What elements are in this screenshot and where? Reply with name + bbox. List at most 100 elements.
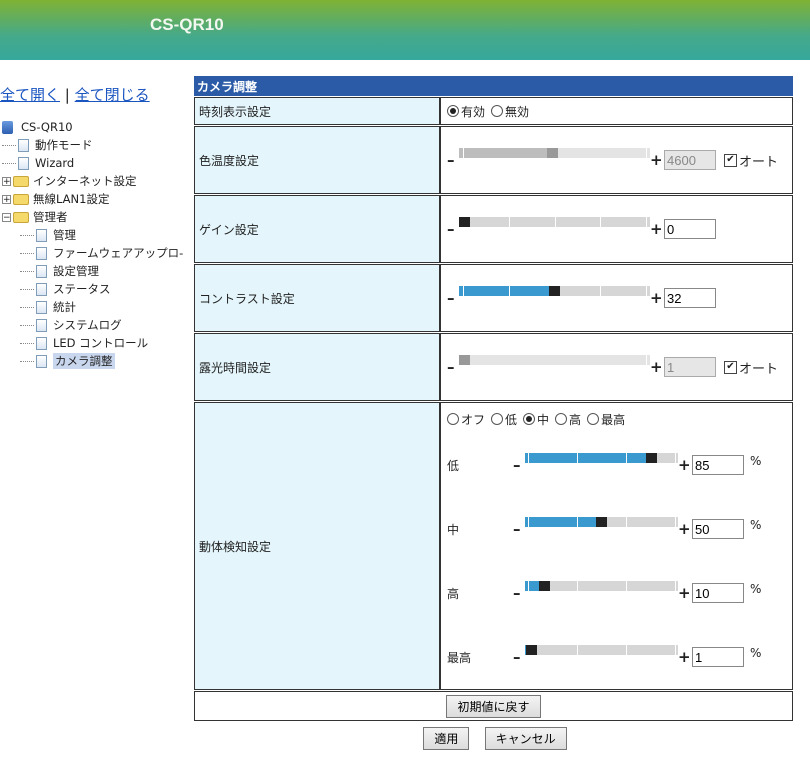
plus-button[interactable]: + (678, 456, 691, 474)
expand-icon[interactable]: + (2, 194, 11, 204)
checkbox-icon[interactable]: ✔ (724, 153, 737, 167)
radio-icon[interactable] (587, 413, 600, 425)
contrast-input[interactable] (664, 288, 716, 308)
motion-sensitivity-radio-option[interactable]: 中 (523, 413, 549, 427)
slider-tick (555, 217, 556, 227)
tree-label: 管理 (53, 228, 76, 242)
slider-track[interactable] (525, 645, 678, 655)
slider-thumb[interactable] (547, 148, 558, 158)
tree-item[interactable]: 統計 (2, 298, 183, 316)
plus-button[interactable]: + (678, 648, 691, 666)
auto-checkbox[interactable]: ✔ オート (724, 358, 778, 377)
tree-folder-admin[interactable]: − 管理者 (2, 208, 183, 226)
slider-tick (675, 517, 676, 527)
minus-button[interactable]: – (447, 151, 459, 169)
expand-icon[interactable]: + (2, 176, 11, 186)
slider-track[interactable] (525, 453, 678, 463)
collapse-all-link[interactable]: 全て閉じる (75, 86, 150, 104)
reset-defaults-button[interactable]: 初期値に戻す (446, 694, 541, 718)
plus-button[interactable]: + (650, 220, 663, 238)
motion-sensitivity-radio-option[interactable]: 低 (491, 413, 517, 427)
radio-icon[interactable] (491, 104, 504, 117)
motion-sensitivity-radio-option[interactable]: 最高 (587, 413, 625, 427)
checkbox-icon[interactable]: ✔ (724, 360, 737, 374)
time-display-label: 時刻表示設定 (194, 97, 440, 125)
tree-item[interactable]: LED コントロール (2, 334, 183, 352)
slider-tick (646, 286, 647, 296)
plus-button[interactable]: + (650, 289, 663, 307)
radio-icon[interactable] (447, 104, 459, 117)
motion-level-input[interactable] (692, 455, 744, 475)
radio-icon[interactable] (491, 413, 504, 425)
exposure-input[interactable] (664, 357, 716, 377)
slider-thumb[interactable] (459, 355, 470, 365)
minus-button[interactable]: – (447, 220, 459, 238)
tree-item[interactable]: カメラ調整 (2, 352, 183, 370)
slider-tick (577, 517, 578, 527)
slider-track[interactable] (459, 217, 650, 227)
time-display-radio-option[interactable]: 有効 (447, 104, 485, 119)
page-icon (36, 336, 47, 350)
page-icon (36, 354, 47, 368)
action-bar: 適用 キャンセル (0, 727, 810, 750)
cancel-button[interactable]: キャンセル (484, 727, 567, 750)
tree-root[interactable]: CS-QR10 (2, 118, 183, 136)
slider-thumb[interactable] (596, 517, 607, 527)
minus-button[interactable]: – (513, 648, 525, 666)
apply-button[interactable]: 適用 (423, 727, 470, 750)
app-title: CS-QR10 (150, 15, 224, 34)
minus-button[interactable]: – (447, 289, 459, 307)
minus-button[interactable]: – (513, 584, 525, 602)
motion-sensitivity-radio-option[interactable]: 高 (555, 413, 581, 427)
time-display-radio-option[interactable]: 無効 (491, 104, 529, 119)
plus-button[interactable]: + (678, 584, 691, 602)
slider-track[interactable] (525, 517, 678, 527)
tree-item[interactable]: システムログ (2, 316, 183, 334)
slider-thumb[interactable] (646, 453, 657, 463)
gain-input[interactable] (664, 219, 716, 239)
slider-track[interactable] (459, 148, 650, 158)
tree-item[interactable]: ファームウェアアップロ- (2, 244, 183, 262)
slider-track[interactable] (525, 581, 678, 591)
radio-label: 低 (505, 413, 518, 427)
slider-track[interactable] (459, 286, 650, 296)
radio-label: オフ (461, 413, 486, 427)
tree-item[interactable]: 設定管理 (2, 262, 183, 280)
plus-button[interactable]: + (678, 520, 691, 538)
color-temp-row: – + ✔オート (447, 127, 786, 193)
slider-thumb[interactable] (526, 645, 537, 655)
plus-button[interactable]: + (650, 151, 663, 169)
slider-thumb[interactable] (549, 286, 560, 296)
tree-item[interactable]: ステータス (2, 280, 183, 298)
slider-tick (600, 217, 601, 227)
minus-button[interactable]: – (513, 520, 525, 538)
slider-track[interactable] (459, 355, 650, 365)
tree-folder-wlan[interactable]: + 無線LAN1設定 (2, 190, 183, 208)
plus-button[interactable]: + (650, 358, 663, 376)
color-temp-input[interactable] (664, 150, 716, 170)
minus-button[interactable]: – (447, 358, 459, 376)
tree-item-mode[interactable]: 動作モード (2, 136, 183, 154)
motion-level-input[interactable] (692, 647, 744, 667)
auto-checkbox[interactable]: ✔ オート (724, 151, 778, 170)
radio-icon[interactable] (555, 413, 568, 425)
motion-level-label: 最高 (447, 650, 472, 665)
slider-fill (459, 286, 549, 296)
tree-item[interactable]: 管理 (2, 226, 183, 244)
radio-icon[interactable] (447, 413, 459, 425)
slider-tick (646, 217, 647, 227)
tree-root-label: CS-QR10 (21, 120, 73, 134)
slider-thumb[interactable] (539, 581, 550, 591)
collapse-icon[interactable]: − (2, 212, 11, 222)
expand-all-link[interactable]: 全て開く (0, 86, 60, 104)
motion-level-input[interactable] (692, 583, 744, 603)
slider-thumb[interactable] (459, 217, 470, 227)
radio-icon[interactable] (523, 413, 536, 425)
minus-button[interactable]: – (513, 456, 525, 474)
tree-label: Wizard (35, 156, 75, 170)
tree-folder-internet[interactable]: + インターネット設定 (2, 172, 183, 190)
tree-item-wizard[interactable]: Wizard (2, 154, 183, 172)
page-icon (36, 318, 47, 332)
motion-sensitivity-radio-option[interactable]: オフ (447, 413, 485, 427)
motion-level-input[interactable] (692, 519, 744, 539)
